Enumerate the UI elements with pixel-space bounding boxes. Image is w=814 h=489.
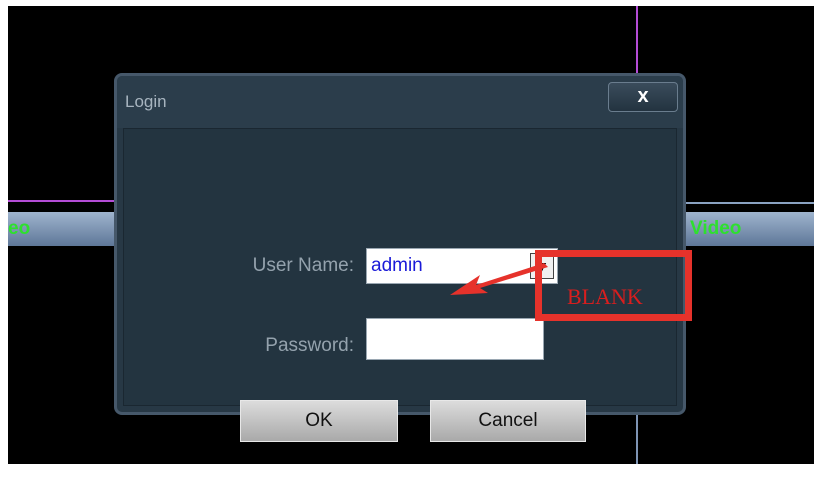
password-label: Password: xyxy=(265,335,354,356)
annotation-label: BLANK xyxy=(567,284,643,309)
annotation-arrow-icon xyxy=(450,263,548,295)
password-input[interactable] xyxy=(366,318,544,360)
close-button[interactable]: x xyxy=(608,82,678,112)
user-name-value: admin xyxy=(371,255,423,276)
user-name-label: User Name: xyxy=(252,255,354,276)
close-icon: x xyxy=(637,85,649,107)
grid-divider-vertical-bottom xyxy=(636,412,638,464)
dialog-title: Login xyxy=(125,92,167,111)
login-dialog: Login x User Name: admin ▼ Password: OK … xyxy=(114,73,686,442)
grid-divider-horizontal-left xyxy=(8,200,124,202)
grid-divider-horizontal-right xyxy=(684,202,814,204)
ok-button[interactable]: OK xyxy=(240,400,398,442)
video-pane-label-right: Video xyxy=(684,212,814,246)
dialog-titlebar[interactable]: Login x xyxy=(117,76,683,128)
cancel-button[interactable]: Cancel xyxy=(430,400,586,442)
video-pane-label-left: eo xyxy=(8,212,124,246)
